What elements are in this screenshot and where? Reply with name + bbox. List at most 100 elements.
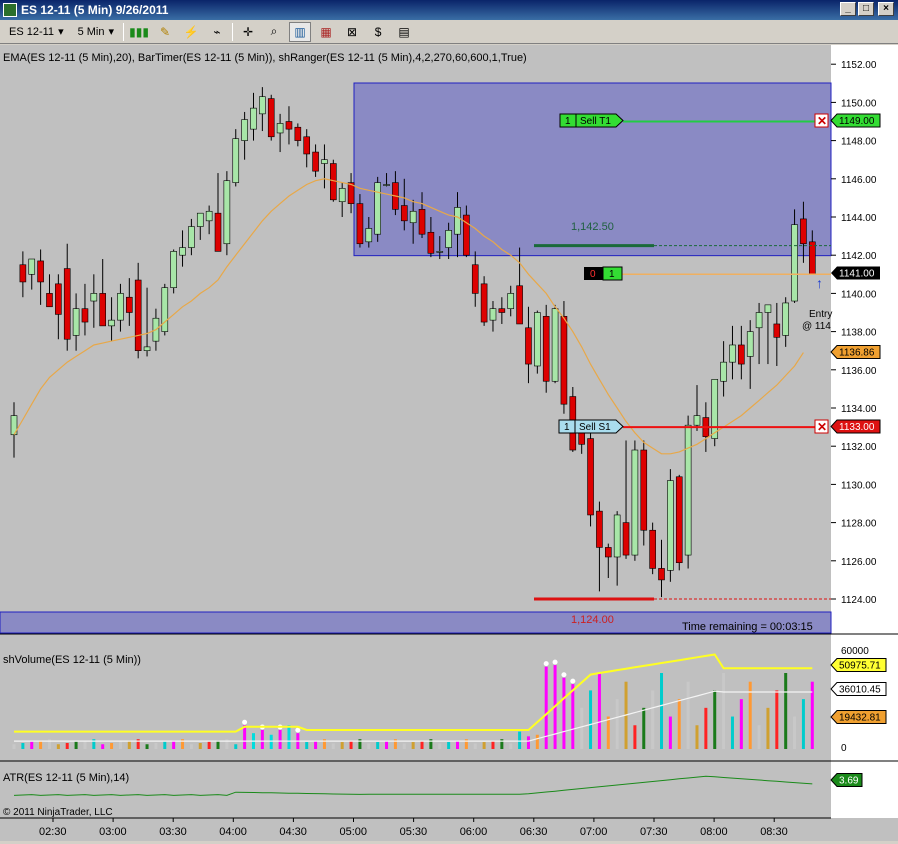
- volume-bar: [101, 744, 105, 749]
- volume-bar: [65, 742, 69, 749]
- price-tick-label: 1146.00: [841, 175, 877, 186]
- volume-bar: [739, 699, 743, 749]
- analyzer-button[interactable]: ⊠: [341, 22, 363, 42]
- candle-body: [161, 287, 169, 332]
- magnifier-icon: ⌕: [270, 24, 278, 38]
- volume-bar: [784, 673, 788, 749]
- candle-body: [117, 293, 124, 321]
- candle-body: [800, 218, 807, 245]
- chart-trader-button[interactable]: ▥: [289, 21, 312, 42]
- crosshair-button[interactable]: ✛: [237, 22, 259, 42]
- price-tick-label: 1128.00: [841, 519, 877, 530]
- candle-body: [205, 210, 213, 222]
- candle-body: [693, 415, 701, 426]
- candle-body: [400, 205, 408, 222]
- candle-body: [37, 260, 44, 283]
- sell-t1-price: 1149.00: [839, 116, 875, 127]
- orders-icon: ▦: [320, 24, 332, 39]
- chart-area[interactable]: 1152.00 1150.00 1148.00 1146.00 1144.00 1142.…: [0, 45, 898, 841]
- volume-bar: [145, 744, 149, 749]
- candle-body: [285, 121, 293, 130]
- volume-bar: [269, 734, 273, 749]
- price-tick-label: 1140.00: [841, 289, 877, 300]
- volume-bar: [331, 743, 335, 749]
- volume-white-tag: 36010.45: [830, 682, 887, 696]
- maximize-button[interactable]: □: [858, 2, 874, 16]
- candle-body: [808, 241, 816, 275]
- candle-body: [746, 331, 754, 357]
- volume-yellow-tag: 50975.71: [830, 658, 887, 672]
- drawing-tool-button[interactable]: ✎: [154, 22, 176, 42]
- candle-body: [196, 212, 204, 227]
- zoom-button[interactable]: ⌕: [263, 22, 285, 42]
- price-tick-label: 1138.00: [841, 328, 877, 339]
- volume-bar: [216, 740, 220, 749]
- volume-bar: [482, 742, 486, 749]
- toolbar-separator: [232, 22, 234, 41]
- properties-button[interactable]: ▤: [393, 22, 415, 42]
- bar-type-button[interactable]: ▮▮▮: [128, 22, 150, 42]
- volume-bar: [305, 742, 309, 749]
- candle-body: [791, 224, 798, 302]
- candle-body: [471, 264, 479, 294]
- time-tick-label: 08:00: [700, 826, 728, 838]
- price-tick-label: 1144.00: [841, 213, 877, 224]
- dollar-icon: $: [374, 24, 382, 39]
- price-tick-label: 1126.00: [841, 557, 877, 568]
- sell-t1-label: Sell T1: [580, 116, 611, 127]
- candle-body: [28, 258, 36, 275]
- minimize-button[interactable]: _: [840, 2, 856, 16]
- volume-spike-dot: [570, 678, 576, 684]
- volume-tick-60000: 60000: [841, 646, 869, 657]
- candle-body: [782, 302, 789, 336]
- volume-bar: [83, 740, 87, 749]
- instrument-dropdown[interactable]: ES 12-11 ▾: [4, 22, 69, 41]
- entry-arrow-icon: ↑: [816, 275, 823, 291]
- volume-bar: [447, 742, 451, 749]
- volume-bar: [420, 740, 424, 749]
- copyright: © 2011 NinjaTrader, LLC: [3, 807, 113, 818]
- candle-body: [729, 344, 736, 363]
- candle-body: [604, 547, 612, 558]
- interval-dropdown[interactable]: 5 Min ▾: [73, 22, 119, 41]
- money-button[interactable]: $: [367, 22, 389, 42]
- volume-avg-value: 50975.71: [839, 661, 881, 672]
- candle-body: [232, 138, 240, 183]
- candle-body: [649, 529, 656, 569]
- candle-body: [631, 449, 639, 556]
- position-marker[interactable]: 0 1: [584, 266, 623, 281]
- volume-bar: [526, 736, 530, 749]
- range-high-label: 1,142.50: [571, 221, 614, 233]
- time-tick-label: 07:00: [580, 826, 608, 838]
- price-tick-label: 1134.00: [841, 404, 877, 415]
- volume-bar: [775, 690, 779, 749]
- close-button[interactable]: ×: [878, 2, 894, 16]
- price-tick-label: 1152.00: [841, 60, 877, 71]
- volume-bar: [234, 744, 238, 749]
- title-bar: ES 12-11 (5 Min) 9/26/2011 _ □ ×: [0, 0, 898, 20]
- price-tick-label: 1136.00: [841, 366, 877, 377]
- candle-body: [516, 285, 523, 325]
- ema-price: 1136.86: [839, 348, 875, 359]
- candle-body: [108, 319, 115, 327]
- volume-bar: [172, 740, 176, 749]
- ema-price-tag: 1136.86: [830, 345, 881, 359]
- candle-body: [684, 424, 692, 556]
- volume-bar: [127, 740, 131, 749]
- time-tick-label: 08:30: [760, 826, 788, 838]
- candle-body: [19, 264, 27, 283]
- volume-bar: [606, 716, 610, 749]
- candle-body: [436, 251, 444, 253]
- chart-canvas[interactable]: 1152.00 1150.00 1148.00 1146.00 1144.00 1142.…: [0, 45, 898, 841]
- order-button[interactable]: ▦: [315, 22, 337, 42]
- candle-body: [640, 449, 648, 531]
- volume-bar: [243, 725, 247, 749]
- strategy-button[interactable]: ⚡: [180, 22, 202, 42]
- indicator-button[interactable]: ⌁: [206, 22, 228, 42]
- entry-price-label: @ 114: [802, 321, 831, 332]
- properties-icon: ▤: [398, 24, 410, 39]
- position-price-tag: 1141.00: [831, 266, 880, 280]
- candle-body: [126, 296, 133, 313]
- volume-bar: [597, 673, 601, 749]
- candle-body: [445, 230, 452, 248]
